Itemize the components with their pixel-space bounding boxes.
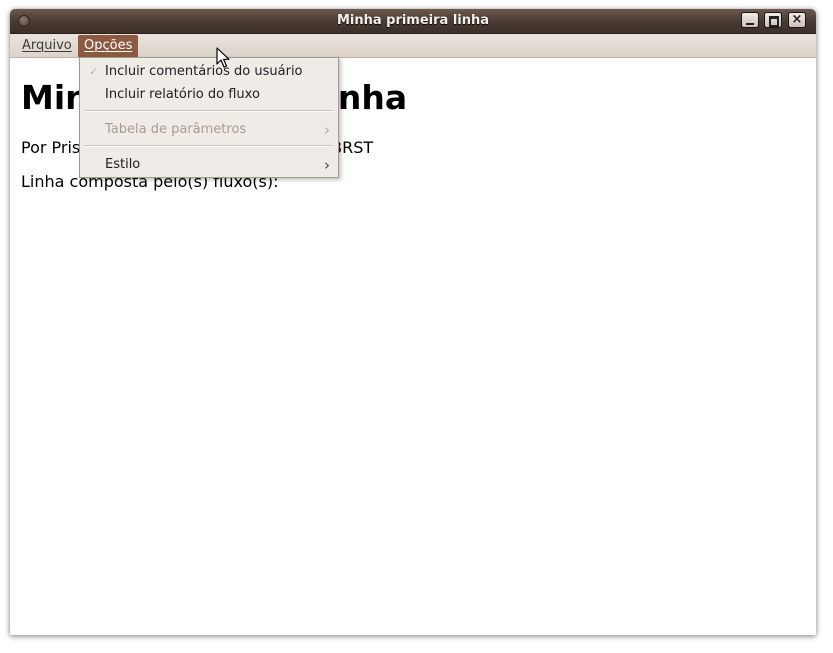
menu-item-label: Estilo: [105, 157, 141, 172]
close-button[interactable]: ×: [788, 12, 806, 28]
menu-separator: [84, 145, 334, 147]
menu-arquivo[interactable]: Arquivo: [16, 35, 78, 57]
menu-opcoes[interactable]: Opções: [78, 35, 139, 57]
menu-item-estilo[interactable]: Estilo ›: [80, 154, 338, 176]
menu-separator: [84, 110, 334, 112]
window-title: Minha primeira linha: [336, 13, 490, 28]
title-bar[interactable]: Minha primeira linha ×: [10, 9, 816, 34]
opcoes-dropdown-menu: ✓ Incluir comentários do usuário Incluir…: [79, 57, 339, 178]
check-icon: ✓: [89, 65, 99, 78]
close-icon: ×: [791, 12, 803, 27]
menu-arquivo-label: Arquivo: [22, 38, 72, 53]
menu-item-incluir-comentarios[interactable]: ✓ Incluir comentários do usuário: [80, 61, 338, 83]
menu-item-label: Incluir comentários do usuário: [105, 64, 303, 79]
menu-item-incluir-relatorio[interactable]: Incluir relatório do fluxo: [80, 84, 338, 106]
minimize-icon: [742, 13, 758, 27]
menu-bar: Arquivo Opções: [10, 34, 816, 58]
menu-opcoes-label: Opções: [84, 38, 133, 53]
chevron-right-icon: ›: [324, 121, 330, 139]
chevron-right-icon: ›: [324, 156, 330, 174]
mouse-pointer-icon: [216, 47, 230, 68]
maximize-icon: [765, 13, 781, 27]
menu-item-label: Incluir relatório do fluxo: [105, 87, 260, 102]
menu-item-label: Tabela de parâmetros: [105, 122, 247, 137]
minimize-button[interactable]: [741, 12, 759, 28]
menu-item-tabela-parametros: Tabela de parâmetros ›: [80, 119, 338, 141]
maximize-button[interactable]: [764, 12, 782, 28]
